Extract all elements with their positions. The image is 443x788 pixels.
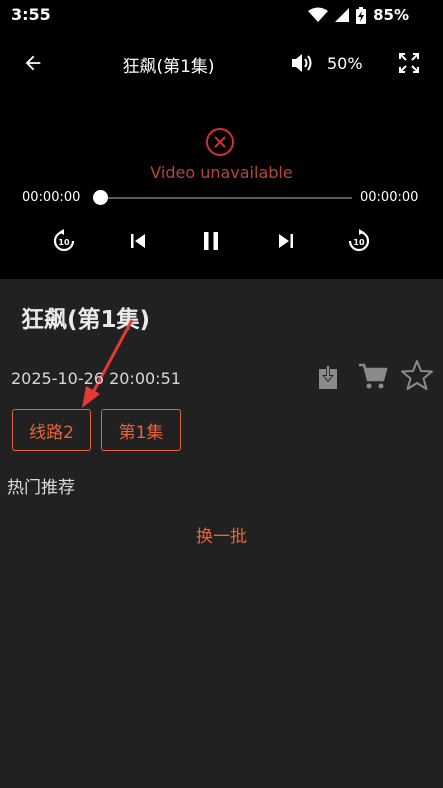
error-circle-icon (206, 128, 234, 156)
current-time: 00:00:00 (22, 190, 81, 205)
player-title: 狂飙(第1集) (122, 57, 215, 77)
forward-10-icon: 10 (348, 229, 370, 252)
star-icon[interactable] (400, 358, 434, 392)
skip-previous-button[interactable] (125, 228, 151, 254)
release-date: 2025-10-26 20:00:51 (11, 369, 181, 388)
pause-icon (204, 232, 218, 250)
episode-chip[interactable]: 第1集 (101, 409, 181, 451)
wifi-icon (308, 7, 329, 22)
replay-10-icon: 10 (53, 229, 75, 252)
status-time: 3:55 (11, 5, 51, 24)
cart-icon[interactable] (358, 362, 388, 390)
signal-icon (335, 8, 350, 22)
progress-track[interactable] (100, 197, 352, 199)
volume-level: 50% (327, 54, 363, 73)
skip-next-icon (279, 234, 293, 248)
error-message: Video unavailable (150, 163, 293, 182)
svg-text:10: 10 (353, 238, 365, 247)
video-player[interactable]: 狂飙(第1集) 50% Video unavailable 00:00:00 0… (0, 30, 443, 279)
skip-next-button[interactable] (273, 228, 299, 254)
skip-previous-icon (131, 234, 145, 248)
annotation-arrow-icon (82, 319, 134, 408)
refresh-button[interactable]: 换一批 (0, 522, 443, 547)
total-time: 00:00:00 (360, 190, 419, 205)
volume-icon[interactable] (290, 52, 316, 74)
battery-charging-icon (356, 6, 367, 24)
pause-button[interactable] (198, 228, 224, 254)
status-icons: 85% (308, 6, 409, 24)
hot-recommend-header: 热门推荐 (7, 478, 75, 498)
status-bar: 3:55 85% (0, 0, 443, 30)
progress-thumb[interactable] (93, 190, 108, 205)
svg-text:10: 10 (58, 238, 70, 247)
replay-10-button[interactable]: 10 (51, 228, 77, 254)
route-chip[interactable]: 线路2 (12, 409, 91, 451)
forward-10-button[interactable]: 10 (346, 228, 372, 254)
download-icon[interactable] (315, 361, 341, 391)
fullscreen-icon[interactable] (398, 52, 420, 74)
battery-percent: 85% (373, 6, 409, 24)
